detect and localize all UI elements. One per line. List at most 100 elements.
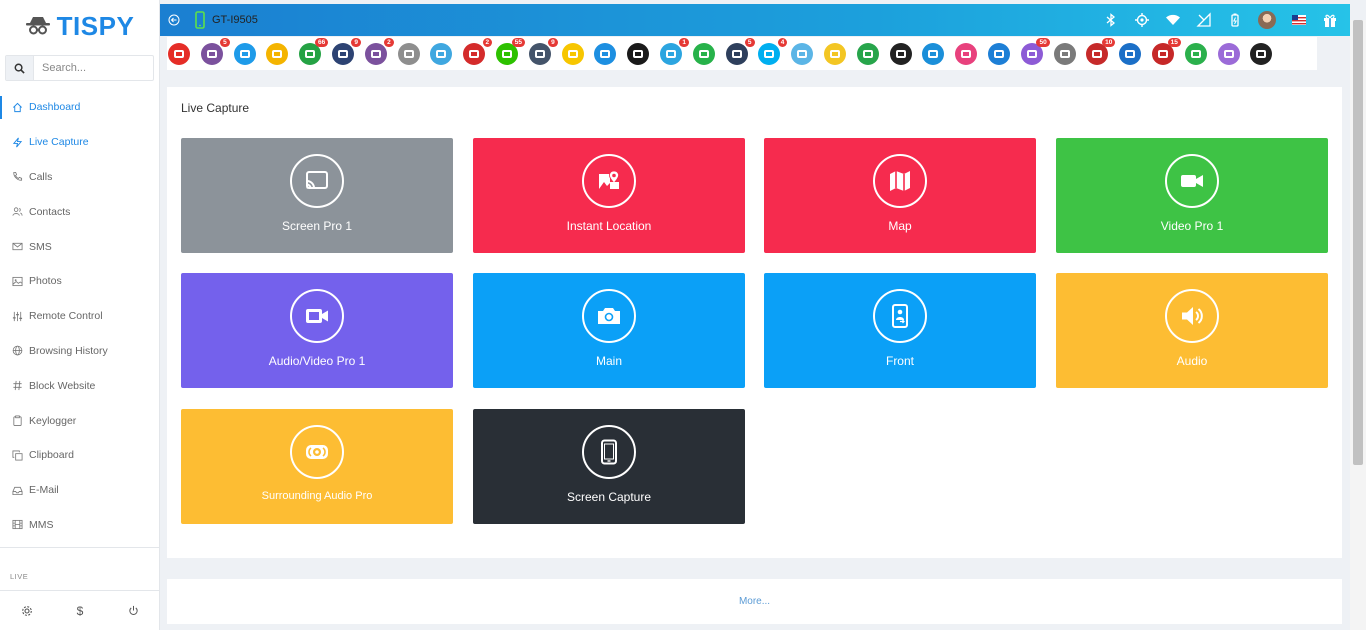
line-app-icon[interactable]	[692, 42, 715, 65]
app-glyph	[174, 49, 184, 58]
sidebar-item-block-website[interactable]: Block Website	[0, 368, 159, 403]
viber-2-app-icon[interactable]: 2	[364, 37, 394, 65]
search-input[interactable]	[34, 56, 152, 80]
notification-badge: 9	[351, 37, 361, 47]
skype-app-icon[interactable]: 4	[758, 37, 788, 65]
page-scrollbar[interactable]	[1350, 20, 1366, 630]
location-app-icon[interactable]	[1217, 42, 1240, 65]
tinder-app-icon[interactable]: 2	[463, 37, 493, 65]
clipboard-app-icon[interactable]	[397, 42, 420, 65]
imo-app-icon[interactable]	[922, 42, 945, 65]
sidebar-item-label: Clipboard	[29, 449, 74, 462]
sidebar-item-e-mail[interactable]: E-Mail	[0, 473, 159, 508]
more-link[interactable]: More...	[739, 596, 770, 607]
camera-app-app-icon[interactable]	[955, 42, 978, 65]
tile-surrounding-audio-pro[interactable]: Surrounding Audio Pro	[181, 409, 453, 524]
tile-screen-capture[interactable]: Screen Capture	[473, 409, 745, 524]
sidebar-item-mms[interactable]: MMS	[0, 508, 159, 543]
tile-icon-ring	[582, 154, 636, 208]
inbox-icon	[12, 486, 23, 495]
tile-map[interactable]: Map	[764, 138, 1036, 253]
screen-app-icon[interactable]	[430, 42, 453, 65]
hangouts-app-icon[interactable]	[856, 42, 879, 65]
sidebar-item-label: Keylogger	[29, 414, 77, 427]
instagram-app-icon[interactable]: 9	[528, 37, 558, 65]
app-glyph	[993, 49, 1004, 58]
billing-dollar-icon[interactable]: $	[70, 601, 90, 621]
flickr-app-icon[interactable]	[594, 42, 617, 65]
sidebar-item-clipboard[interactable]: Clipboard	[0, 438, 159, 473]
app-glyph	[501, 49, 512, 58]
wechat-app-icon[interactable]: 55	[495, 37, 525, 65]
app-glyph	[797, 49, 808, 58]
tile-audio-video-pro-1[interactable]: Audio/Video Pro 1	[181, 273, 453, 388]
phone-app-app-icon[interactable]	[1119, 42, 1142, 65]
sidebar-item-contacts[interactable]: Contacts	[0, 194, 159, 229]
sidebar-item-live-capture[interactable]: Live Capture	[0, 125, 159, 160]
notification-badge: 1	[679, 37, 689, 47]
tile-icon-ring	[873, 289, 927, 343]
bip-app-icon[interactable]	[791, 42, 814, 65]
app-glyph	[665, 49, 676, 58]
sidebar-item-label: Live Capture	[29, 136, 89, 149]
app-glyph	[600, 49, 611, 58]
users-icon	[12, 207, 23, 217]
logo[interactable]: TISPY	[0, 0, 159, 52]
app-glyph	[1223, 49, 1234, 58]
tile-instant-location[interactable]: Instant Location	[473, 138, 745, 253]
tile-screen-pro-1[interactable]: Screen Pro 1	[181, 138, 453, 253]
email-app-icon[interactable]	[233, 42, 256, 65]
avatar[interactable]	[1258, 11, 1276, 29]
tile-video-pro-1[interactable]: Video Pro 1	[1056, 138, 1328, 253]
help-app-icon[interactable]	[1250, 42, 1273, 65]
snapchat-app-icon[interactable]	[561, 42, 584, 65]
app-glyph	[862, 49, 873, 58]
notification-badge: 2	[482, 37, 493, 47]
sidebar-item-label: Contacts	[29, 205, 71, 218]
gallery-app-icon[interactable]: 10	[1086, 37, 1116, 65]
search-icon[interactable]	[6, 56, 34, 80]
gift-icon[interactable]	[1322, 12, 1338, 28]
film-icon	[12, 520, 23, 530]
zoom-app-icon[interactable]	[1053, 42, 1076, 65]
kakao-app-icon[interactable]	[823, 42, 846, 65]
scrollbar-thumb[interactable]	[1353, 20, 1363, 465]
youtube-app-icon[interactable]	[168, 42, 190, 65]
gear-icon[interactable]	[17, 601, 37, 621]
sidebar-item-sms[interactable]: SMS	[0, 229, 159, 264]
search-box	[5, 55, 154, 81]
app-glyph	[928, 49, 939, 58]
sidebar-item-keylogger[interactable]: Keylogger	[0, 403, 159, 438]
kik-app-icon[interactable]	[889, 42, 912, 65]
notes-app-icon[interactable]	[266, 42, 289, 65]
sidebar-item-browsing-history[interactable]: Browsing History	[0, 334, 159, 369]
browser-app-icon[interactable]: 15	[1151, 37, 1181, 65]
tile-icon-ring	[582, 425, 636, 479]
tile-main[interactable]: Main	[473, 273, 745, 388]
sidebar-item-dashboard[interactable]: Dashboard	[0, 90, 159, 125]
tile-front[interactable]: Front	[764, 273, 1036, 388]
hike-app-icon[interactable]	[987, 42, 1010, 65]
whatsapp-app-icon[interactable]: 66	[299, 37, 329, 65]
sidebar-item-remote-control[interactable]: Remote Control	[0, 299, 159, 334]
tile-audio[interactable]: Audio	[1056, 273, 1328, 388]
sidebar-section-label: LIVE	[10, 572, 29, 581]
tiktok-app-icon[interactable]	[627, 42, 650, 65]
chat-app-icon[interactable]: 50	[1020, 37, 1050, 65]
sidebar-item-photos[interactable]: Photos	[0, 264, 159, 299]
globe-icon	[12, 346, 23, 356]
app-glyph	[1190, 49, 1201, 58]
volume-icon	[1182, 307, 1203, 325]
download-app-icon[interactable]	[1184, 42, 1207, 65]
facebook-app-icon[interactable]: 9	[331, 37, 361, 65]
device-name[interactable]: GT-I9505	[212, 14, 258, 26]
viber-app-icon[interactable]: 5	[200, 37, 230, 65]
telegram-app-icon[interactable]: 1	[659, 37, 689, 65]
power-icon[interactable]	[123, 601, 143, 621]
flag-icon[interactable]	[1291, 12, 1307, 28]
app-glyph	[305, 49, 316, 58]
sidebar-item-calls[interactable]: Calls	[0, 160, 159, 195]
video-icon	[306, 309, 328, 323]
messenger-app-icon[interactable]: 5	[725, 37, 755, 65]
back-arrow-icon[interactable]	[168, 14, 180, 26]
